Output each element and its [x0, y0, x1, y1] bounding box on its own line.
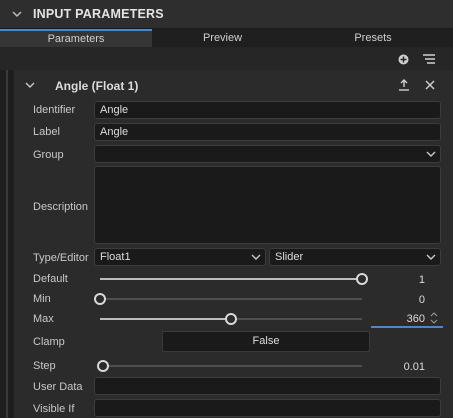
default-slider-handle[interactable]: [356, 273, 368, 285]
label-field[interactable]: Angle: [94, 123, 441, 141]
default-value[interactable]: 1: [380, 274, 425, 286]
type-value: Float1: [100, 251, 131, 263]
collapse-chevron-icon[interactable]: [10, 7, 24, 21]
min-label: Min: [33, 293, 51, 305]
description-label: Description: [33, 201, 89, 213]
min-slider[interactable]: [94, 293, 362, 305]
max-label: Max: [33, 313, 54, 325]
group-dropdown[interactable]: [94, 145, 441, 163]
editor-value: Slider: [275, 251, 304, 263]
spin-arrows-icon[interactable]: [430, 311, 438, 325]
tab-presets[interactable]: Presets: [293, 29, 453, 47]
list-menu-icon[interactable]: [422, 53, 436, 65]
min-value[interactable]: 0: [380, 294, 425, 306]
label-label: Label: [33, 126, 60, 138]
group-label: Group: [33, 149, 64, 161]
clamp-label: Clamp: [33, 336, 65, 348]
tab-parameters[interactable]: Parameters: [0, 29, 152, 47]
parameter-header[interactable]: Angle (Float 1): [14, 74, 453, 98]
close-icon[interactable]: [425, 80, 435, 90]
left-gutter: [0, 70, 14, 418]
step-slider[interactable]: [97, 360, 362, 372]
type-dropdown[interactable]: Float1: [94, 248, 266, 266]
chevron-down-icon: [251, 254, 261, 260]
identifier-label: Identifier: [33, 104, 76, 116]
section-header[interactable]: INPUT PARAMETERS: [0, 0, 453, 29]
parameter-title: Angle (Float 1): [55, 79, 139, 93]
max-slider-handle[interactable]: [225, 313, 237, 325]
max-slider[interactable]: [100, 313, 362, 325]
visible-if-field[interactable]: [94, 399, 441, 417]
editor-dropdown[interactable]: Slider: [269, 248, 441, 266]
min-slider-handle[interactable]: [94, 293, 106, 305]
section-title: INPUT PARAMETERS: [33, 7, 164, 21]
max-spinbox[interactable]: 360: [371, 311, 443, 328]
user-data-label: User Data: [33, 381, 83, 393]
default-slider[interactable]: [100, 273, 368, 285]
identifier-field[interactable]: Angle: [94, 101, 441, 119]
user-data-field[interactable]: [94, 377, 441, 395]
step-slider-handle[interactable]: [97, 360, 109, 372]
step-value[interactable]: 0.01: [380, 361, 425, 373]
step-label: Step: [33, 360, 56, 372]
description-field[interactable]: [94, 166, 441, 244]
tab-bar: Parameters Preview Presets: [0, 29, 453, 47]
max-value[interactable]: 360: [371, 313, 425, 325]
collapse-chevron-icon[interactable]: [25, 81, 35, 89]
add-icon[interactable]: [398, 54, 409, 65]
chevron-down-icon: [426, 254, 436, 260]
toolbar: [0, 48, 453, 70]
tab-preview[interactable]: Preview: [152, 29, 293, 47]
visible-if-label: Visible If: [33, 403, 75, 415]
default-label: Default: [33, 273, 68, 285]
export-icon[interactable]: [398, 78, 410, 91]
chevron-down-icon: [426, 151, 436, 157]
clamp-toggle[interactable]: False: [162, 331, 370, 352]
type-editor-label: Type/Editor: [33, 252, 89, 264]
